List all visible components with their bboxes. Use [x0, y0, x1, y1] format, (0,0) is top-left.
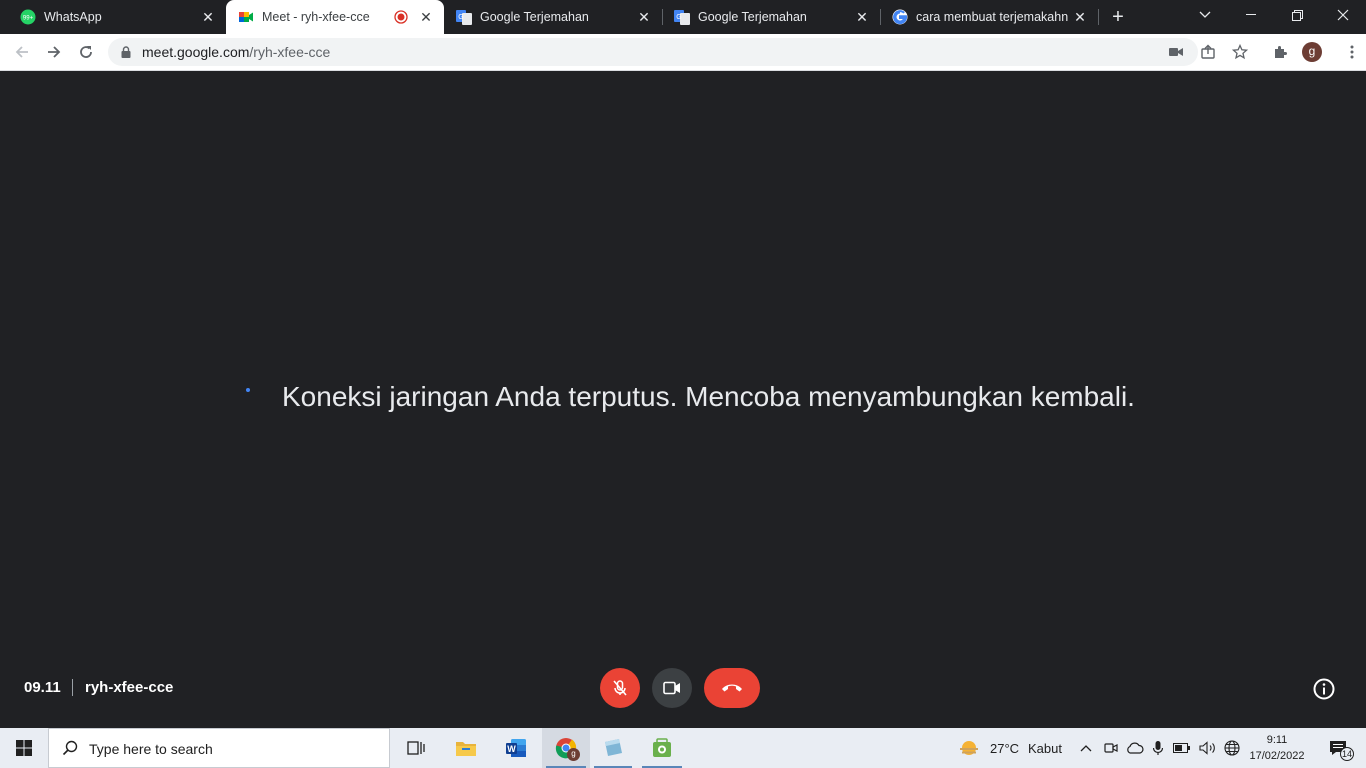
chrome-profile-badge: g — [567, 748, 580, 761]
extensions-puzzle-icon[interactable] — [1268, 40, 1292, 64]
tab-search-chevron-icon[interactable] — [1182, 0, 1228, 30]
meeting-code: ryh-xfee-cce — [85, 679, 174, 696]
chrome-taskbar-button[interactable]: g — [542, 728, 590, 768]
show-hidden-icons-chevron-icon[interactable] — [1076, 728, 1096, 768]
lock-icon[interactable] — [118, 44, 134, 60]
battery-icon[interactable] — [1170, 728, 1194, 768]
notification-count-badge: 14 — [1340, 747, 1354, 761]
whatsapp-badge: 99+ — [23, 16, 34, 22]
url-host: meet.google.com — [142, 44, 250, 60]
search-icon — [62, 740, 78, 761]
hang-up-phone-icon — [720, 682, 744, 694]
tab-title: WhatsApp — [44, 10, 102, 24]
google-translate-icon: G — [674, 9, 690, 25]
tab-close-icon[interactable]: ✕ — [852, 7, 872, 27]
bookmark-star-icon[interactable] — [1228, 40, 1252, 64]
tab-google-search[interactable]: cara membuat terjemakahn c ✕ — [880, 0, 1098, 34]
tab-divider — [1098, 9, 1099, 25]
meeting-time: 09.11 — [24, 679, 61, 696]
back-arrow-icon[interactable] — [10, 40, 34, 64]
browser-toolbar: meet.google.com/ryh-xfee-cce g — [0, 34, 1366, 71]
chrome-icon: g — [555, 737, 580, 761]
tab-title: cara membuat terjemakahn c — [916, 10, 1070, 24]
minimize-icon[interactable] — [1228, 0, 1274, 30]
loading-spinner — [246, 388, 250, 392]
recording-icon — [394, 10, 408, 24]
tab-close-icon[interactable]: ✕ — [1070, 7, 1090, 27]
windows-start-icon[interactable] — [0, 728, 48, 768]
meet-now-icon[interactable] — [1100, 728, 1122, 768]
tab-meet[interactable]: Meet - ryh-xfee-cce ✕ — [226, 0, 444, 34]
connection-status-message: Koneksi jaringan Anda terputus. Mencoba … — [282, 381, 1135, 412]
tab-google-translate-1[interactable]: G Google Terjemahan ✕ — [444, 0, 662, 34]
url-text: meet.google.com/ryh-xfee-cce — [142, 44, 330, 60]
new-tab-plus-icon[interactable]: + — [1108, 7, 1128, 27]
weather-temperature[interactable]: 27°C — [990, 741, 1019, 756]
task-view-icon[interactable] — [392, 728, 440, 768]
taskbar-search-box[interactable]: Type here to search — [48, 728, 390, 768]
notification-center-icon[interactable]: 14 — [1318, 728, 1358, 768]
clock-time: 9:11 — [1266, 734, 1288, 746]
meet-main: Koneksi jaringan Anda terputus. Mencoba … — [0, 71, 1366, 728]
leave-call-button[interactable] — [704, 668, 760, 708]
tab-close-icon[interactable]: ✕ — [634, 7, 654, 27]
svg-text:G: G — [676, 14, 681, 21]
network-globe-icon[interactable] — [1220, 728, 1244, 768]
address-bar[interactable]: meet.google.com/ryh-xfee-cce — [108, 38, 1198, 66]
profile-avatar[interactable]: g — [1302, 42, 1322, 62]
tab-close-icon[interactable]: ✕ — [416, 7, 436, 27]
google-icon — [892, 9, 908, 25]
url-path: /ryh-xfee-cce — [249, 44, 331, 60]
share-icon[interactable] — [1196, 40, 1220, 64]
mic-off-icon — [611, 679, 629, 697]
tab-close-icon[interactable]: ✕ — [198, 7, 218, 27]
onedrive-cloud-icon[interactable] — [1124, 728, 1146, 768]
microphone-in-use-icon[interactable] — [1148, 728, 1168, 768]
tab-google-translate-2[interactable]: G Google Terjemahan ✕ — [662, 0, 880, 34]
close-window-icon[interactable] — [1320, 0, 1366, 30]
tab-strip: 99+ WhatsApp ✕ Meet - ryh-xfee-cce ✕ G G… — [0, 0, 1366, 34]
google-translate-icon: G — [456, 9, 472, 25]
camera-in-use-icon[interactable] — [1168, 44, 1184, 60]
app-store-bag-icon[interactable] — [638, 728, 686, 768]
video-camera-icon — [663, 681, 681, 695]
whatsapp-icon: 99+ — [20, 9, 36, 25]
tab-whatsapp[interactable]: 99+ WhatsApp ✕ — [0, 0, 226, 34]
svg-text:W: W — [507, 744, 516, 754]
camera-toggle-button[interactable] — [652, 668, 692, 708]
system-clock[interactable]: 9:11 17/02/2022 — [1244, 732, 1310, 764]
volume-speaker-icon[interactable] — [1196, 728, 1220, 768]
meeting-info-divider — [72, 679, 73, 696]
search-placeholder: Type here to search — [89, 741, 213, 757]
forward-arrow-icon[interactable] — [42, 40, 66, 64]
tab-title: Google Terjemahan — [480, 10, 589, 24]
google-meet-icon — [238, 9, 254, 25]
file-explorer-icon[interactable] — [442, 728, 490, 768]
meeting-details-info-icon[interactable] — [1313, 678, 1335, 700]
svg-text:G: G — [458, 14, 463, 21]
weather-description[interactable]: Kabut — [1028, 741, 1062, 756]
clock-date: 17/02/2022 — [1249, 750, 1305, 762]
microsoft-word-icon[interactable]: W — [492, 728, 540, 768]
app-notepad-icon[interactable] — [590, 728, 636, 768]
tab-title: Meet - ryh-xfee-cce — [262, 10, 370, 24]
menu-kebab-icon[interactable] — [1340, 40, 1364, 64]
microphone-toggle-button[interactable] — [600, 668, 640, 708]
windows-taskbar: Type here to search W g 27°C Kabut 9:11 … — [0, 728, 1366, 768]
reload-icon[interactable] — [74, 40, 98, 64]
restore-icon[interactable] — [1274, 0, 1320, 30]
weather-sun-icon[interactable] — [956, 728, 982, 768]
tab-title: Google Terjemahan — [698, 10, 807, 24]
